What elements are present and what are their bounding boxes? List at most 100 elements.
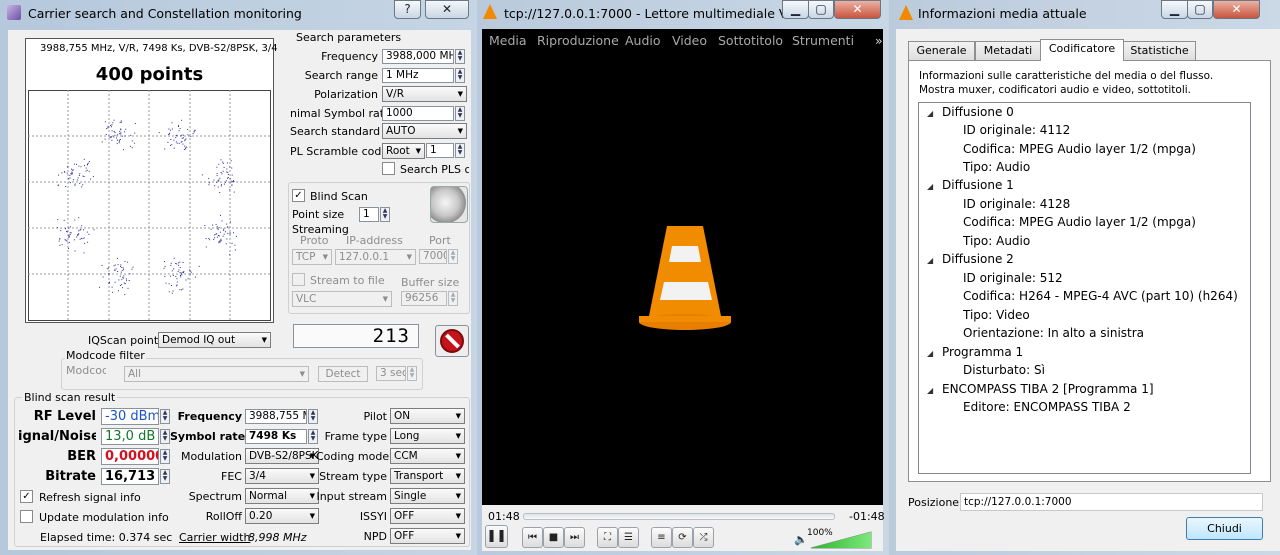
frequency-spinner[interactable]: ▲ ▼ xyxy=(455,49,465,64)
search-range-spinner[interactable]: ▲ ▼ xyxy=(455,68,465,83)
prev-icon[interactable]: ⏮ xyxy=(522,527,543,548)
tab-statistiche[interactable]: Statistiche xyxy=(1123,41,1196,60)
expand-triangle-icon[interactable]: ◢ xyxy=(927,182,933,191)
info-close-button[interactable]: ✕ xyxy=(1213,0,1260,19)
tab-codificatore[interactable]: Codificatore xyxy=(1040,39,1124,61)
tree-service[interactable]: ENCOMPASS TIBA 2 [Programma 1] xyxy=(942,382,1154,396)
speaker-icon[interactable]: 🔈 xyxy=(794,533,808,546)
stop-icon[interactable]: ■ xyxy=(543,527,564,548)
rf-level-spinner[interactable]: ▲ ▼ xyxy=(160,409,170,424)
refresh-signal-checkbox[interactable]: ✓ xyxy=(20,490,33,503)
fullscreen-icon[interactable]: ⛶ xyxy=(597,527,618,548)
iqscan-select[interactable]: Demod IQ out ▼ xyxy=(158,332,271,348)
ip-select[interactable]: 127.0.0.1 ▼ xyxy=(335,249,416,265)
fec-select[interactable]: 3/4 ▼ xyxy=(245,468,319,484)
constellation-dot xyxy=(111,124,113,126)
input-stream-select[interactable]: Single ▼ xyxy=(390,488,465,504)
search-pls-checkbox[interactable] xyxy=(382,162,395,175)
pause-button[interactable]: ❚❚ xyxy=(485,525,508,548)
detect-seconds-input[interactable]: 3 sec xyxy=(376,366,406,381)
tree-stream-1[interactable]: Diffusione 1 xyxy=(942,178,1014,192)
constellation-dot xyxy=(116,257,118,259)
update-modulation-checkbox[interactable] xyxy=(20,510,33,523)
npd-select[interactable]: OFF ▼ xyxy=(390,528,465,544)
ber-spinner[interactable]: ▲ ▼ xyxy=(160,449,170,464)
issyi-select[interactable]: OFF ▼ xyxy=(390,508,465,524)
expand-triangle-icon[interactable]: ◢ xyxy=(927,256,933,265)
rolloff-select[interactable]: 0.20 ▼ xyxy=(245,508,319,524)
port-spinner[interactable]: ▲ ▼ xyxy=(448,249,458,264)
next-icon[interactable]: ⏭ xyxy=(564,527,585,548)
coding-mode-select[interactable]: CCM ▼ xyxy=(390,448,465,464)
codec-tree[interactable] xyxy=(918,102,1251,474)
constellation-dot xyxy=(114,281,116,283)
tree-stream-0[interactable]: Diffusione 0 xyxy=(942,105,1014,119)
menu-media[interactable]: Media xyxy=(489,33,527,48)
proto-select[interactable]: TCP ▼ xyxy=(292,249,332,265)
tab-metadati[interactable]: Metadati xyxy=(975,41,1041,60)
menu-video[interactable]: Video xyxy=(672,33,707,48)
point-size-spinner[interactable]: ▲ ▼ xyxy=(380,207,390,222)
vlc-maximize-button[interactable]: ▢ xyxy=(808,0,834,19)
pl-scramble-type-select[interactable]: Root ▼ xyxy=(382,143,425,159)
expand-triangle-icon[interactable]: ◢ xyxy=(927,109,933,118)
menu-more-chevron[interactable]: » xyxy=(875,33,883,48)
close-button[interactable]: ✕ xyxy=(425,0,469,19)
menu-riproduzione[interactable]: Riproduzione xyxy=(537,33,619,48)
carrier-titlebar[interactable]: Carrier search and Constellation monitor… xyxy=(0,0,477,26)
blind-scan-checkbox[interactable]: ✓ xyxy=(292,189,305,202)
stream-type-select[interactable]: Transport ▼ xyxy=(390,468,465,484)
port-input[interactable]: 7000 xyxy=(419,249,447,264)
min-symbol-rate-input[interactable]: 1000 xyxy=(382,106,454,121)
tree-program-1[interactable]: Programma 1 xyxy=(942,345,1023,359)
menu-audio[interactable]: Audio xyxy=(625,33,661,48)
expand-triangle-icon[interactable]: ◢ xyxy=(927,386,933,395)
close-dialog-button[interactable]: Chiudi xyxy=(1186,517,1263,540)
vlc-minimize-button[interactable]: ▁ xyxy=(782,0,809,19)
vlc-close-button[interactable]: ✕ xyxy=(834,0,881,19)
detect-button[interactable]: Detect xyxy=(318,366,368,382)
satellite-dish-icon[interactable] xyxy=(430,186,468,223)
polarization-select[interactable]: V/R ▼ xyxy=(382,86,467,102)
position-input[interactable]: tcp://127.0.0.1:7000 xyxy=(960,493,1263,511)
vlc-titlebar[interactable]: tcp://127.0.0.1:7000 - Lettore multimedi… xyxy=(477,0,889,26)
bitrate-spinner[interactable]: ▲ ▼ xyxy=(160,469,170,484)
search-standard-select[interactable]: AUTO ▼ xyxy=(382,123,467,139)
stream-to-file-checkbox[interactable] xyxy=(292,273,305,286)
menu-sottotitolo[interactable]: Sottotitolo xyxy=(718,33,783,48)
player-select[interactable]: VLC ▼ xyxy=(292,291,392,307)
sn-spinner[interactable]: ▲ ▼ xyxy=(160,429,170,444)
shuffle-icon[interactable]: ⤮ xyxy=(693,527,714,548)
spectrum-select[interactable]: Normal ▼ xyxy=(245,488,319,504)
constellation-dot xyxy=(171,285,172,286)
search-range-input[interactable]: 1 MHz xyxy=(382,68,454,83)
buffer-size-input[interactable]: 96256 xyxy=(401,291,447,306)
volume-slider[interactable] xyxy=(810,531,872,549)
loop-icon[interactable]: ⟳ xyxy=(672,527,693,548)
min-symbol-rate-spinner[interactable]: ▲ ▼ xyxy=(455,106,465,121)
frame-type-select[interactable]: Long ▼ xyxy=(390,428,465,444)
help-button[interactable]: ? xyxy=(394,0,421,19)
info-titlebar[interactable]: Informazioni media attuale ▁ ▢ ✕ xyxy=(889,0,1280,26)
equalizer-icon[interactable]: ☰ xyxy=(618,527,639,548)
seek-slider[interactable] xyxy=(523,513,835,520)
tab-generale[interactable]: Generale xyxy=(908,41,975,60)
detect-seconds-spinner[interactable]: ▲ ▼ xyxy=(407,366,417,381)
expand-triangle-icon[interactable]: ◢ xyxy=(927,349,933,358)
frequency-input[interactable]: 3988,000 MHz xyxy=(382,49,454,64)
info-minimize-button[interactable]: ▁ xyxy=(1161,0,1188,19)
pl-scramble-spinner[interactable]: ▲ ▼ xyxy=(455,143,465,158)
stop-button[interactable] xyxy=(435,325,469,357)
buffer-size-spinner[interactable]: ▲ ▼ xyxy=(448,291,458,306)
info-maximize-button[interactable]: ▢ xyxy=(1187,0,1213,19)
pilot-select[interactable]: ON ▼ xyxy=(390,408,465,424)
menu-strumenti[interactable]: Strumenti xyxy=(792,33,854,48)
modulation-select[interactable]: DVB-S2/8PSK ▼ xyxy=(245,448,319,464)
time-remaining: -01:48 xyxy=(849,510,885,523)
tree-stream-2[interactable]: Diffusione 2 xyxy=(942,252,1014,266)
constellation-dot xyxy=(233,180,235,182)
pl-scramble-input[interactable]: 1 xyxy=(426,143,454,158)
point-size-input[interactable]: 1 xyxy=(359,207,379,222)
modcode-select[interactable]: All ▼ xyxy=(124,366,309,382)
playlist-icon[interactable]: ≡ xyxy=(651,527,672,548)
